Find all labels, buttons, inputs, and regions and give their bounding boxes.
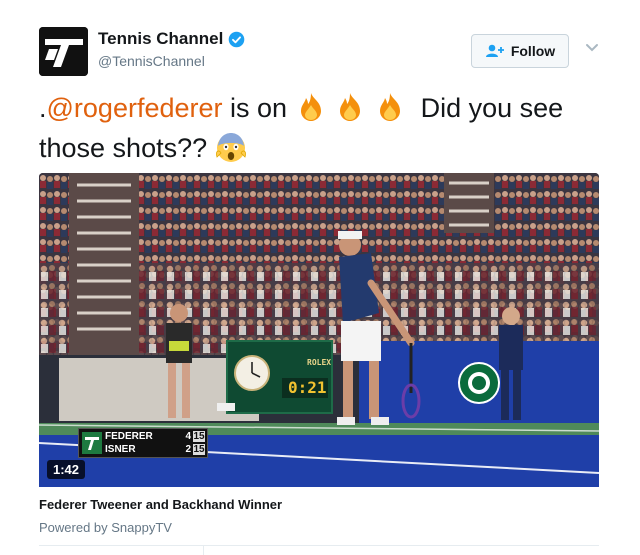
scorebug: FEDERER 4 15 ISNER 2 15 <box>78 428 208 458</box>
mention-link[interactable]: @rogerfederer <box>47 93 223 123</box>
avatar[interactable] <box>39 27 88 76</box>
tweet-text-middle: is on <box>222 93 295 123</box>
card-footer[interactable]: Federer Tweener and Backhand Winner Powe… <box>39 487 599 543</box>
fire-emoji-icon <box>340 93 361 121</box>
tennis-channel-logo-icon <box>82 432 102 454</box>
follow-label: Follow <box>510 43 556 59</box>
player2-name: ISNER <box>105 444 136 455</box>
scorebug-row-player2: ISNER 2 15 <box>105 443 205 456</box>
fire-emoji-icon <box>379 93 400 121</box>
handle[interactable]: @TennisChannel <box>98 53 245 69</box>
chevron-down-icon[interactable] <box>585 43 599 53</box>
player1-name: FEDERER <box>105 431 153 442</box>
verified-badge-icon <box>229 31 245 47</box>
player2-score: 2 <box>185 444 191 455</box>
player1-game: 15 <box>193 431 205 442</box>
tweet-text: .@rogerfederer is on Did you see those s… <box>39 88 599 168</box>
card-title[interactable]: Federer Tweener and Backhand Winner <box>39 497 282 512</box>
screaming-face-emoji-icon <box>215 133 246 162</box>
tweet-card: Tennis Channel @TennisChannel Follow .@r… <box>0 0 640 555</box>
display-name[interactable]: Tennis Channel <box>98 29 223 49</box>
account-info: Tennis Channel @TennisChannel <box>98 28 245 69</box>
video-player[interactable]: ROLEX 0:21 FEDERER 4 15 ISNER 2 15 1:42 <box>39 173 599 487</box>
player2-game: 15 <box>193 444 205 455</box>
display-name-row[interactable]: Tennis Channel <box>98 28 245 50</box>
fire-emoji-icon <box>300 93 321 121</box>
add-user-icon <box>485 44 504 57</box>
tweet-prefix: . <box>39 93 47 123</box>
tennis-channel-logo-icon <box>39 27 88 76</box>
divider <box>203 545 204 555</box>
board-time: 0:21 <box>288 378 327 397</box>
video-duration: 1:42 <box>47 460 86 479</box>
follow-button[interactable]: Follow <box>471 34 569 68</box>
scorebug-row-player1: FEDERER 4 15 <box>105 430 205 443</box>
player1-score: 4 <box>185 431 191 442</box>
board-brand: ROLEX <box>307 358 332 367</box>
divider <box>39 545 599 546</box>
card-powered-by: Powered by SnappyTV <box>39 520 172 535</box>
